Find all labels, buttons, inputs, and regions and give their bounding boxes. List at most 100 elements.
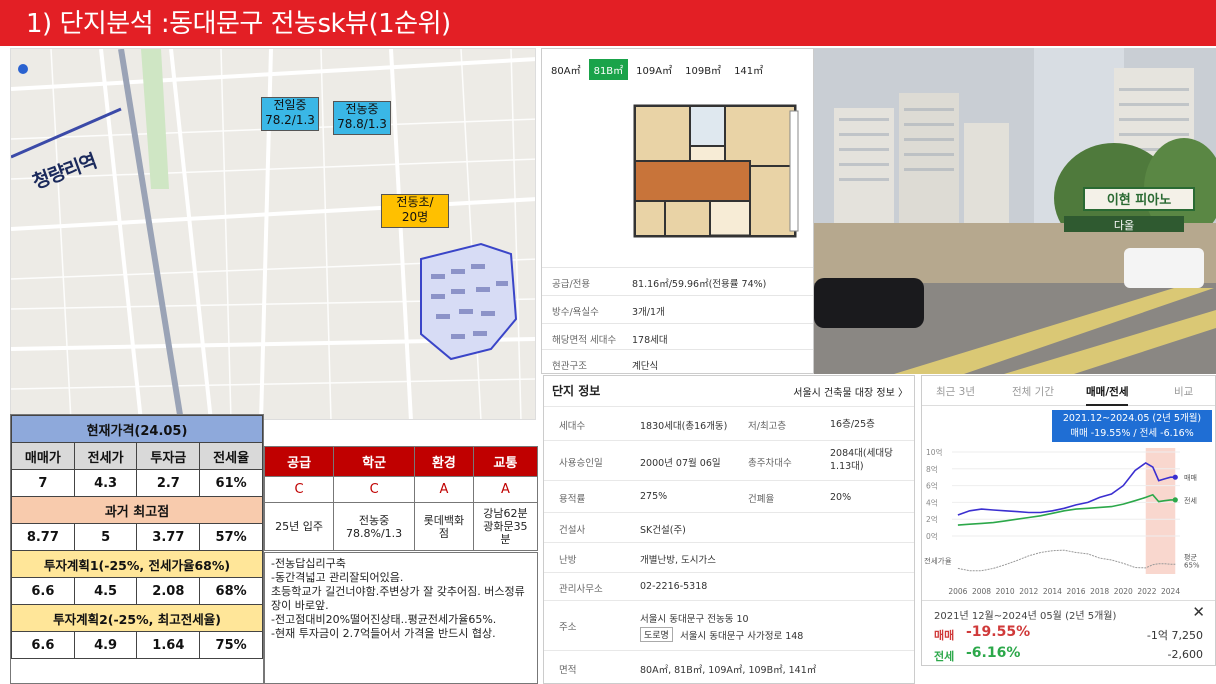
- grade-header: 공급: [263, 446, 335, 477]
- table-cell: 2.08: [136, 577, 201, 605]
- x-tick-label: 2014: [1043, 587, 1062, 596]
- complex-info-title: 단지 정보: [552, 384, 601, 398]
- info-key: 건설사: [559, 525, 586, 536]
- info-key: 관리사무소: [559, 584, 603, 595]
- y-tick-label: 10억: [926, 448, 942, 457]
- fp-row-households: 해당면적 세대수 178세대: [542, 323, 813, 349]
- fp-key: 공급/전용: [552, 279, 591, 290]
- plan1-title: 투자계획1(-25%, 전세가율68%): [11, 550, 263, 578]
- info-row-address: 주소 서울시 동대문구 전농동 10 도로명 서울시 동대문구 사가정로 148: [544, 600, 914, 650]
- building-registry-link[interactable]: 서울시 건축물 대장 정보 〉: [793, 384, 908, 399]
- info-row-households: 세대수 1830세대(총16개동) 저/최고층 16층/25층: [544, 406, 914, 440]
- grade-value: A: [472, 476, 539, 503]
- tab-109b[interactable]: 109B㎡: [680, 59, 726, 80]
- chart-tooltip: 2021.12~2024.05 (2년 5개월) 매매 -19.55% / 전세…: [1052, 410, 1212, 442]
- page-title: 1) 단지분석 :동대문구 전농sk뷰(1순위): [0, 0, 1216, 46]
- tab-sale-rent[interactable]: 매매/전세: [1086, 384, 1129, 406]
- complex-info-card: 단지 정보 서울시 건축물 대장 정보 〉 세대수 1830세대(총16개동) …: [543, 375, 915, 684]
- school-badge-jeondong[interactable]: 전동초/ 20명: [381, 194, 449, 228]
- table-cell: 68%: [199, 577, 263, 605]
- grade-header: 환경: [414, 446, 474, 477]
- table-cell: 6.6: [11, 577, 75, 605]
- note-line: -전농답십리구축: [271, 557, 346, 570]
- x-tick-label: 2018: [1090, 587, 1109, 596]
- series-end-label: 전세: [1184, 496, 1197, 505]
- current-price-title: 현재가격(24.05): [11, 415, 263, 443]
- grade-value: C: [333, 476, 416, 503]
- info-key: 사용승인일: [559, 458, 603, 469]
- fp-value: 81.16㎡/59.96㎡(전용률 74%): [632, 279, 767, 290]
- shop-sign-text-2: 다올: [1114, 219, 1134, 232]
- grade-header: 교통: [472, 446, 539, 477]
- table-cell: 5: [73, 523, 138, 551]
- grade-value: C: [263, 476, 335, 503]
- info-value: 2084대(세대당 1.13대): [830, 448, 893, 472]
- tab-109a[interactable]: 109A㎡: [631, 59, 677, 80]
- info-key: 총주차대수: [748, 458, 792, 469]
- grade-desc: 강남62분 광화문35 분: [472, 502, 539, 551]
- close-icon[interactable]: ✕: [1192, 603, 1205, 621]
- col-header: 전세율: [199, 442, 263, 470]
- y-tick-label: 8억: [926, 465, 938, 474]
- tooltip-line-2: 매매 -19.55% / 전세 -6.16%: [1070, 428, 1194, 439]
- table-cell: 61%: [199, 469, 263, 497]
- col-header: 전세가: [73, 442, 138, 470]
- plan2-title: 투자계획2(-25%, 최고전세율): [11, 604, 263, 632]
- info-row-office: 관리사무소 02-2216-5318: [544, 572, 914, 600]
- price-chart-card: 최근 3년 전체 기간 매매/전세 비교 10억 8억 6억 4억 2억 0억 2006 20…: [921, 375, 1216, 666]
- tab-all-period[interactable]: 전체 기간: [1012, 384, 1054, 399]
- summary-period: 2021년 12월~2024년 05월 (2년 5개월): [934, 611, 1117, 622]
- y-tick-label: 2억: [926, 515, 938, 524]
- series-end-point: [1172, 497, 1178, 503]
- floorplan-card: 80A㎡ 81B㎡ 109A㎡ 109B㎡ 141㎡ 공급/전용 81.16㎡/5…: [541, 48, 814, 374]
- fp-row-entrance: 현관구조 계단식: [542, 349, 813, 375]
- school-badge-jeonil[interactable]: 전일중 78.2/1.3: [261, 97, 319, 131]
- ratio-axis-label: 전세가율: [924, 556, 952, 566]
- grade-value: A: [414, 476, 474, 503]
- info-value: SK건설(주): [640, 525, 686, 536]
- street-photo: 이현 피아노 다올: [814, 48, 1216, 374]
- fp-row-rooms: 방수/욕실수 3개/1개: [542, 295, 813, 321]
- tab-80a[interactable]: 80A㎡: [546, 59, 586, 80]
- info-key: 주소: [559, 622, 577, 633]
- tab-81b[interactable]: 81B㎡: [588, 59, 629, 80]
- info-value: 서울시 동대문구 전농동 10: [640, 614, 749, 625]
- grade-desc: 전농중 78.8%/1.3: [333, 502, 416, 551]
- tab-141[interactable]: 141㎡: [729, 59, 768, 80]
- table-cell: 6.6: [11, 631, 75, 659]
- series-line-sale: [957, 461, 1176, 516]
- tab-recent-3y[interactable]: 최근 3년: [936, 384, 975, 399]
- note-line: -전고점대비20%떨어진상태..평균전세가율65%.: [271, 613, 497, 626]
- table-cell: 7: [11, 469, 75, 497]
- tab-compare[interactable]: 비교: [1174, 384, 1193, 399]
- table-cell: 1.64: [136, 631, 201, 659]
- shop-sign-text: 이현 피아노: [1107, 192, 1171, 208]
- table-cell: 2.7: [136, 469, 201, 497]
- info-key: 저/최고층: [748, 421, 787, 432]
- info-row-far: 용적률 275% 건폐율 20%: [544, 480, 914, 512]
- series-end-label: 매매: [1184, 474, 1197, 482]
- table-cell: 4.3: [73, 469, 138, 497]
- floorplan-drawing[interactable]: [630, 101, 800, 251]
- info-key: 건폐율: [748, 494, 775, 505]
- chart-summary: 2021년 12월~2024년 05월 (2년 5개월) ✕ 매매 -19.55…: [922, 600, 1215, 666]
- past-peak-title: 과거 최고점: [11, 496, 263, 524]
- table-cell: 4.5: [73, 577, 138, 605]
- note-line: -현재 투자금이 2.7억들어서 가격을 반드시 협상.: [271, 627, 496, 640]
- series-end-point: [1172, 474, 1178, 480]
- grade-desc: 롯데백화 점: [414, 502, 474, 551]
- road-address-tag: 도로명: [640, 627, 673, 642]
- table-cell: 4.9: [73, 631, 138, 659]
- col-header: 투자금: [136, 442, 201, 470]
- tooltip-line-1: 2021.12~2024.05 (2년 5개월): [1062, 413, 1202, 424]
- grade-table: 공급 학군 환경 교통 C C A A 25년 입주 전농중 78.8%/1.3…: [263, 446, 539, 551]
- series-end-label: 평균: [1184, 553, 1197, 562]
- location-map[interactable]: 청량리역 전일중 78.2/1.3 전농중 78.8/1.3 전동초/ 20명: [10, 48, 536, 420]
- info-key: 세대수: [559, 421, 586, 432]
- x-tick-label: 2024: [1161, 587, 1180, 596]
- info-key: 용적률: [559, 494, 586, 505]
- school-badge-jeonnong[interactable]: 전농중 78.8/1.3: [333, 101, 391, 135]
- x-tick-label: 2016: [1066, 587, 1085, 596]
- series-line-ratio: [957, 549, 1176, 572]
- analysis-notes: -전농답십리구축 -동간격넓고 관리잘되어있음. 초등학교가 길건너야함.주변상…: [264, 552, 538, 684]
